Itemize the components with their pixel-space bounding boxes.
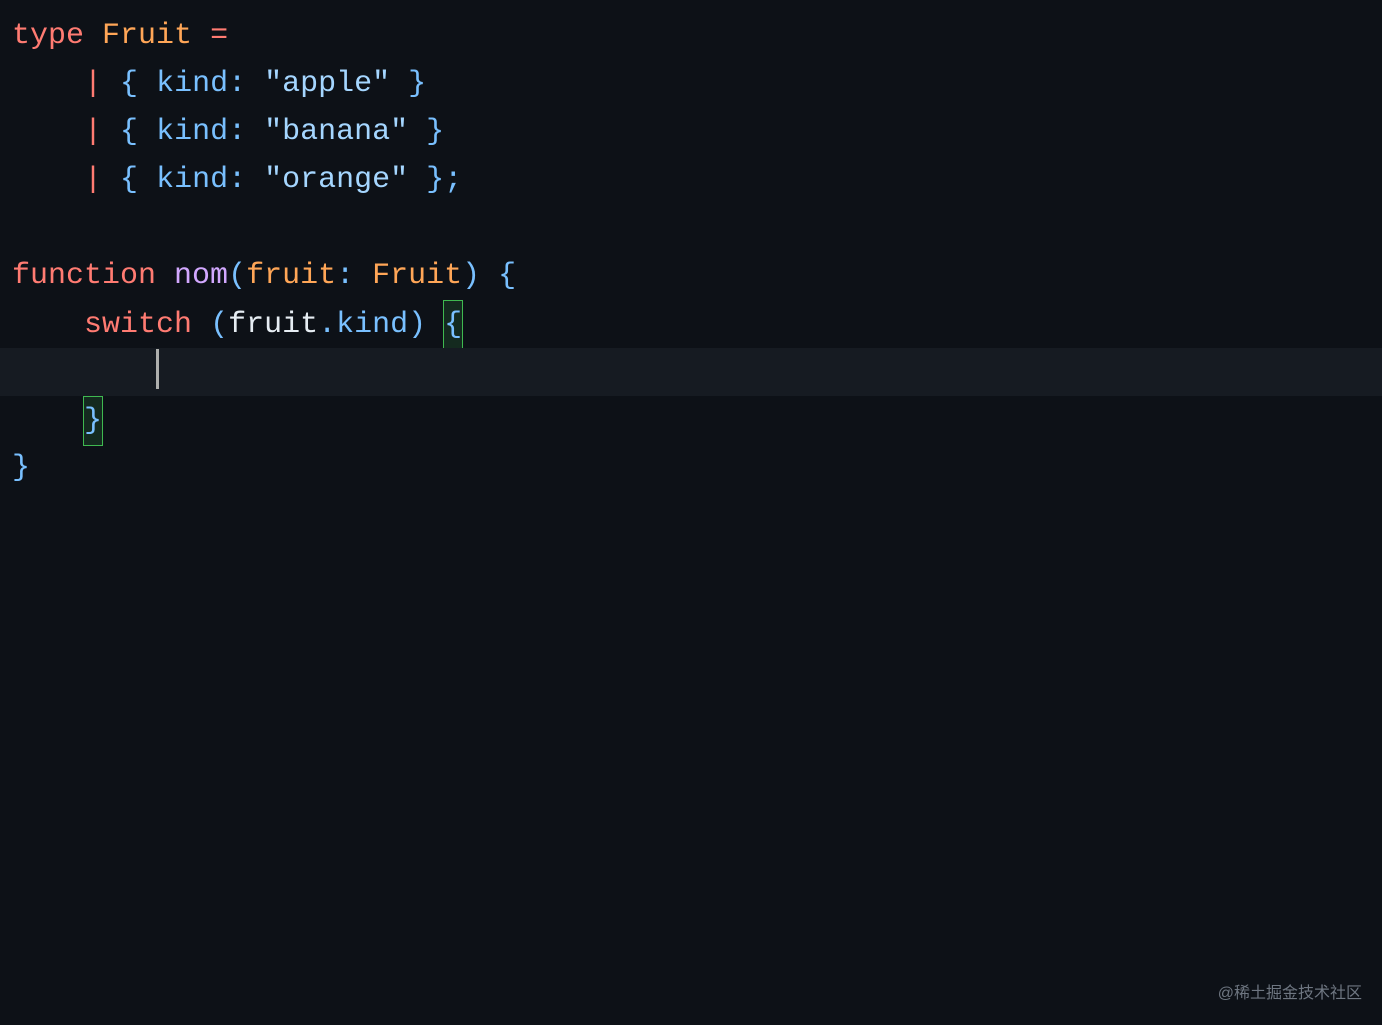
close-brace-matched: } [83,396,103,446]
code-editor[interactable]: type Fruit = | { kind: "apple" } | { kin… [0,0,1382,492]
close-paren: ) [462,259,480,293]
function-name: nom [174,259,228,293]
open-brace-matched: { [443,300,463,350]
open-brace: { [498,259,516,293]
watermark: @稀土掘金技术社区 [1218,981,1362,1007]
open-paren: ( [228,259,246,293]
union-pipe: | [84,163,102,197]
close-brace: } [426,115,444,149]
string-literal: "orange" [264,163,408,197]
code-line-cursor[interactable] [12,348,1382,396]
property-access: kind [336,308,408,342]
type-annotation: Fruit [372,259,462,293]
code-line[interactable]: | { kind: "banana" } [12,108,1382,156]
type-name: Fruit [102,19,192,53]
equals-operator: = [210,19,228,53]
close-brace: } [12,451,30,485]
keyword-switch: switch [84,308,192,342]
dot: . [318,308,336,342]
union-pipe: | [84,115,102,149]
property-kind: kind [156,115,228,149]
code-line[interactable]: } [12,396,1382,444]
keyword-function: function [12,259,156,293]
close-brace: } [426,163,444,197]
open-brace: { [120,163,138,197]
parameter: fruit [246,259,336,293]
close-paren: ) [408,308,426,342]
code-line[interactable]: | { kind: "apple" } [12,60,1382,108]
open-brace: { [120,67,138,101]
property-kind: kind [156,163,228,197]
close-brace: } [408,67,426,101]
open-paren: ( [210,308,228,342]
text-cursor [156,349,159,389]
union-pipe: | [84,67,102,101]
colon: : [336,259,354,293]
code-line[interactable]: function nom(fruit: Fruit) { [12,252,1382,300]
code-line[interactable]: switch (fruit.kind) { [12,300,1382,348]
semicolon: ; [444,163,462,197]
string-literal: "banana" [264,115,408,149]
open-brace: { [120,115,138,149]
keyword-type: type [12,19,84,53]
code-line[interactable]: } [12,444,1382,492]
code-line-empty[interactable] [12,204,1382,252]
string-literal: "apple" [264,67,390,101]
code-line[interactable]: | { kind: "orange" }; [12,156,1382,204]
colon: : [228,115,246,149]
code-line[interactable]: type Fruit = [12,12,1382,60]
variable: fruit [228,308,318,342]
property-kind: kind [156,67,228,101]
colon: : [228,67,246,101]
colon: : [228,163,246,197]
